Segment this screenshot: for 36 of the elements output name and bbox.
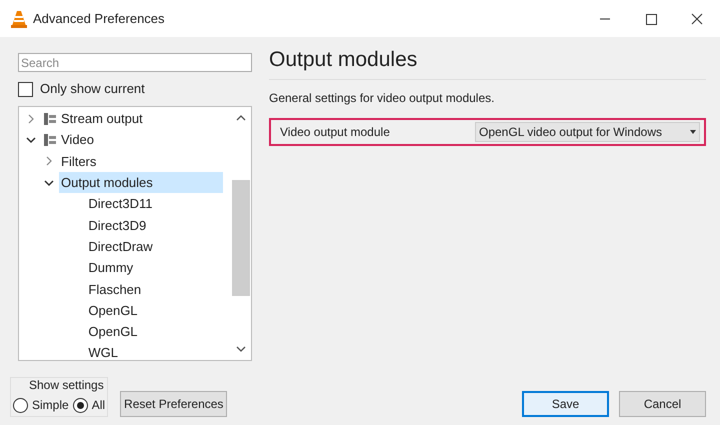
dialog-button[interactable]: Save [522, 391, 609, 417]
checkbox[interactable] [18, 82, 33, 96]
tree-item[interactable]: WGL [86, 342, 120, 360]
chevron-right-icon[interactable] [26, 114, 36, 124]
dialog-button[interactable]: Cancel [619, 391, 706, 417]
panel-description: General settings for video output modules. [269, 90, 496, 107]
module-icon [43, 112, 57, 126]
tree-item[interactable]: Flaschen [86, 278, 144, 300]
tree-item[interactable]: Output modules [59, 172, 223, 194]
chevron-right-icon[interactable] [44, 156, 54, 166]
tree-item[interactable]: Filters [59, 150, 98, 172]
tree-item[interactable]: DirectDraw [86, 236, 155, 257]
traffic-cone-icon [11, 10, 27, 28]
radio-button[interactable] [72, 398, 88, 412]
panel-title: Output modules [269, 47, 418, 73]
checkbox-label: Only show current [40, 80, 145, 98]
window-title: Advanced Preferences [33, 10, 165, 28]
chevron-down-icon[interactable] [44, 178, 54, 188]
radio-label: All [92, 397, 106, 414]
dropdown-arrow-icon [690, 130, 696, 134]
reset-preferences-button[interactable]: Reset Preferences [120, 391, 228, 417]
group-label: Show settings [29, 377, 105, 394]
radio-label: Simple [32, 397, 69, 414]
radio-button[interactable] [13, 398, 28, 412]
tree-item[interactable]: Direct3D11 [86, 193, 154, 214]
search-field[interactable]: Search [18, 53, 252, 72]
tree-item[interactable]: Direct3D9 [86, 214, 148, 236]
chevron-down-icon[interactable] [26, 134, 36, 145]
tree-item[interactable]: Stream output [59, 108, 145, 130]
module-icon [43, 132, 57, 147]
setting-label: Video output module [280, 124, 391, 141]
tree-item[interactable]: Video [59, 129, 96, 150]
dropdown[interactable]: OpenGL video output for Windows [475, 122, 700, 142]
tree-item[interactable]: Dummy [86, 257, 136, 278]
tree-item[interactable]: OpenGL [86, 321, 140, 342]
tree-item[interactable]: OpenGL [86, 300, 140, 321]
